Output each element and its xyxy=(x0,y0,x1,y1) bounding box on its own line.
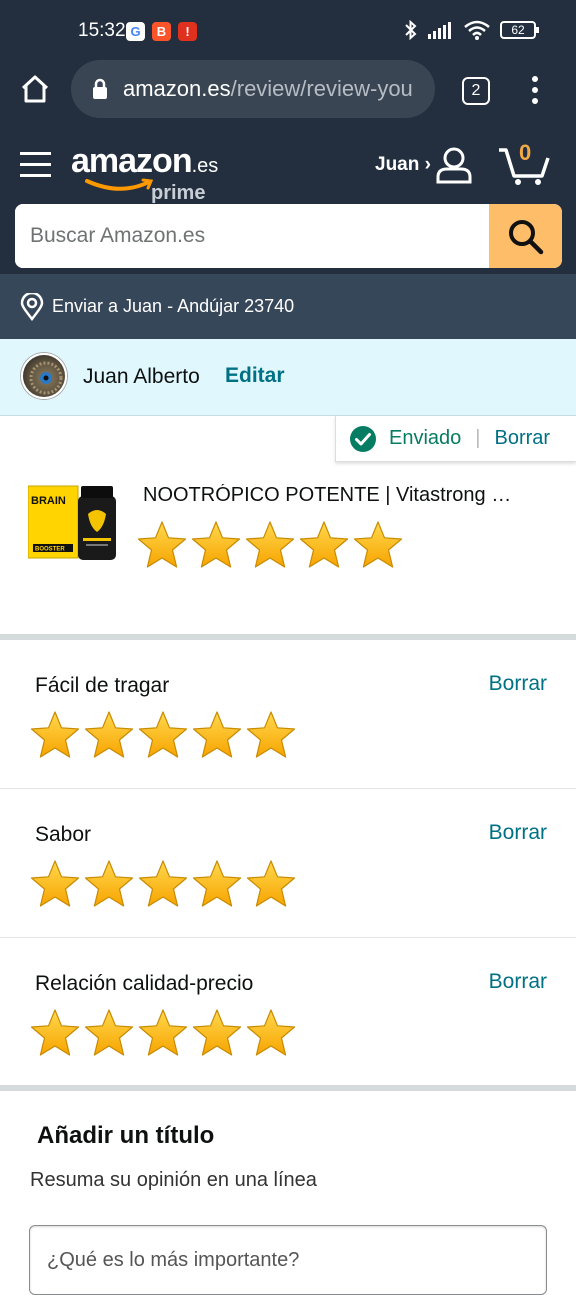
delivery-location-bar[interactable]: Enviar a Juan - Andújar 23740 xyxy=(0,274,576,339)
star-icon[interactable] xyxy=(30,1008,80,1058)
browser-toolbar: amazon.es/review/review-you 2 xyxy=(0,60,576,132)
home-icon[interactable] xyxy=(20,74,50,104)
edit-profile-link[interactable]: Editar xyxy=(225,364,285,388)
rating-stars[interactable] xyxy=(30,1008,296,1058)
rating-flavor: Sabor Borrar xyxy=(0,789,576,938)
delete-rating-link[interactable]: Borrar xyxy=(489,970,547,994)
svg-text:BOOSTER: BOOSTER xyxy=(35,547,65,553)
search-button[interactable] xyxy=(489,204,562,268)
bluetooth-icon xyxy=(405,20,417,40)
more-menu-icon[interactable] xyxy=(530,75,540,105)
star-icon[interactable] xyxy=(192,859,242,909)
reviewer-bar: Juan Alberto Editar xyxy=(0,339,576,416)
amazon-logo[interactable]: amazon.es prime xyxy=(71,142,219,204)
star-icon[interactable] xyxy=(192,1008,242,1058)
avatar xyxy=(21,353,67,399)
star-icon[interactable] xyxy=(246,710,296,760)
section-heading: Añadir un título xyxy=(37,1122,215,1149)
rating-stars[interactable] xyxy=(30,859,296,909)
status-bar: 15:32 G B ! 62 xyxy=(0,0,576,60)
logo-text: amazon xyxy=(71,142,193,180)
star-icon[interactable] xyxy=(299,520,349,570)
rating-value-for-money: Relación calidad-precio Borrar xyxy=(0,938,576,1085)
lock-icon xyxy=(93,78,107,99)
search-icon xyxy=(509,220,544,255)
rating-stars[interactable] xyxy=(30,710,296,760)
star-icon[interactable] xyxy=(30,710,80,760)
logo-smile xyxy=(85,178,154,191)
sent-status-label: Enviado xyxy=(389,427,462,449)
star-icon[interactable] xyxy=(245,520,295,570)
star-icon[interactable] xyxy=(138,710,188,760)
google-app-icon: G xyxy=(126,22,145,41)
star-icon[interactable] xyxy=(84,710,134,760)
delete-review-link[interactable]: Borrar xyxy=(494,427,550,450)
star-icon[interactable] xyxy=(30,859,80,909)
star-icon[interactable] xyxy=(84,859,134,909)
status-time: 15:32 xyxy=(78,20,126,41)
star-icon[interactable] xyxy=(353,520,403,570)
section-subheading: Resuma su opinión en una línea xyxy=(30,1169,317,1191)
brave-app-icon: B xyxy=(152,22,171,41)
delete-rating-link[interactable]: Borrar xyxy=(489,821,547,845)
star-icon[interactable] xyxy=(246,1008,296,1058)
hamburger-menu-icon[interactable] xyxy=(20,150,52,180)
wifi-icon xyxy=(464,20,490,40)
battery-icon: 62 xyxy=(500,21,539,39)
cart-count: 0 xyxy=(519,140,532,165)
logo-domain: .es xyxy=(191,155,219,177)
separator: | xyxy=(475,427,481,449)
account-link[interactable]: Juan › xyxy=(375,154,431,176)
address-bar[interactable]: amazon.es/review/review-you xyxy=(71,60,435,118)
star-icon[interactable] xyxy=(138,1008,188,1058)
rating-label: Sabor xyxy=(35,823,92,846)
amazon-header: amazon.es prime Juan › 0 xyxy=(0,132,576,274)
product-title[interactable]: NOOTRÓPICO POTENTE | Vitastrong Brain Bo… xyxy=(143,484,523,507)
delivery-address: Enviar a Juan - Andújar 23740 xyxy=(52,296,295,316)
star-icon[interactable] xyxy=(137,520,187,570)
logo-prime: prime xyxy=(151,182,206,204)
section-divider xyxy=(0,1085,576,1091)
notification-app-icon: ! xyxy=(178,22,197,41)
location-pin-icon xyxy=(20,292,44,321)
svg-text:BRAIN: BRAIN xyxy=(31,495,66,507)
review-title-section: Añadir un título Resuma su opinión en un… xyxy=(0,1092,576,1295)
user-icon[interactable] xyxy=(435,146,473,184)
product-summary: BRAIN BOOSTER NOOTRÓPICO POTENTE | Vitas… xyxy=(0,462,576,634)
tab-switcher-button[interactable]: 2 xyxy=(462,77,490,105)
product-image[interactable]: BRAIN BOOSTER xyxy=(27,482,120,564)
review-title-input[interactable] xyxy=(29,1225,547,1295)
overall-rating-stars[interactable] xyxy=(137,520,403,570)
search-input[interactable] xyxy=(15,204,489,268)
signal-icon xyxy=(428,22,451,39)
star-icon[interactable] xyxy=(246,859,296,909)
url-path: /review/review-you xyxy=(230,76,413,101)
star-icon[interactable] xyxy=(192,710,242,760)
check-circle-icon xyxy=(350,425,376,452)
search-bar xyxy=(15,204,562,268)
url-domain: amazon.es xyxy=(123,76,231,101)
star-icon[interactable] xyxy=(138,859,188,909)
star-icon[interactable] xyxy=(84,1008,134,1058)
rating-label: Fácil de tragar xyxy=(35,674,170,697)
review-status-badge: Enviado | Borrar xyxy=(335,416,576,462)
star-icon[interactable] xyxy=(191,520,241,570)
rating-easy-to-swallow: Fácil de tragar Borrar xyxy=(0,640,576,789)
reviewer-name: Juan Alberto xyxy=(83,365,200,388)
rating-label: Relación calidad-precio xyxy=(35,972,254,995)
delete-rating-link[interactable]: Borrar xyxy=(489,672,547,696)
